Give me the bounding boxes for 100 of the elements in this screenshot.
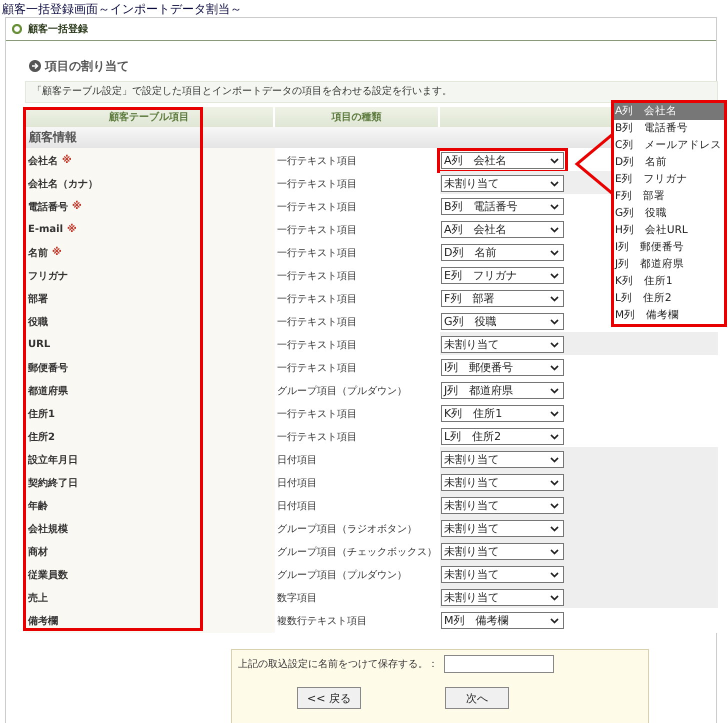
arrow-circle-icon [29, 60, 41, 72]
field-name: 会社規模 [28, 522, 68, 536]
field-type-cell-text: 一行テキスト項目 [276, 224, 358, 238]
chevron-down-icon [550, 594, 559, 600]
column-select[interactable]: B列 電話番号 [441, 198, 564, 215]
field-type-cell-text: 一行テキスト項目 [276, 200, 358, 214]
field-name: 部署 [28, 292, 48, 306]
field-type-cell-text: グループ項目（プルダウン） [276, 384, 408, 398]
field-name: フリガナ [28, 270, 68, 282]
field-name: URL [28, 339, 50, 350]
chevron-down-icon [550, 180, 559, 186]
field-type-cell-text: 数字項目 [276, 592, 318, 606]
chevron-down-icon [550, 226, 559, 232]
field-name: 備考欄 [28, 614, 58, 628]
chevron-down-icon [550, 548, 559, 554]
column-select[interactable]: E列 フリガナ [441, 267, 564, 284]
field-type-cell-text: 複数行テキスト項目 [276, 614, 368, 628]
field-type-cell-text: グループ項目（プルダウン） [276, 568, 408, 582]
field-type-cell-text: 一行テキスト項目 [276, 270, 358, 284]
next-button[interactable]: 次へ [445, 687, 509, 709]
column-select[interactable]: A列 会社名 [441, 221, 564, 238]
chevron-down-icon [550, 526, 559, 532]
section-title: 項目の割り当て [45, 58, 129, 74]
column-select[interactable]: K列 住所1 [441, 405, 564, 422]
chevron-down-icon [550, 296, 559, 302]
field-name: 設立年月日 [28, 453, 78, 466]
field-name: 役職 [28, 316, 48, 328]
column-select[interactable]: 未割り当て [441, 543, 564, 560]
chevron-down-icon [550, 410, 559, 416]
panel-title: 顧客一括登録 [28, 22, 88, 36]
column-select[interactable]: 未割り当て [441, 451, 564, 468]
field-name: 年齢 [28, 500, 48, 512]
field-name: 会社名 [28, 154, 58, 168]
chevron-down-icon [550, 434, 559, 440]
field-name: E-mail [28, 224, 64, 235]
required-mark: ※ [67, 224, 77, 235]
save-label: 上記の取込設定に名前をつけて保存する。： [238, 658, 438, 671]
column-select[interactable]: 未割り当て [441, 566, 564, 583]
field-name: 電話番号 [28, 200, 68, 214]
field-type-cell-text: 一行テキスト項目 [276, 292, 358, 306]
description-text: 「顧客テーブル設定」で設定した項目とインポートデータの項目を合わせる設定を行います。 [25, 81, 718, 103]
field-type-cell-text: 一行テキスト項目 [276, 154, 358, 168]
chevron-down-icon [550, 456, 559, 462]
field-name: 住所1 [28, 408, 55, 420]
column-select[interactable]: M列 備考欄 [441, 612, 564, 629]
field-type-cell-text: 日付項目 [276, 500, 318, 514]
field-name: 会社名（カナ） [28, 178, 98, 190]
required-mark: ※ [52, 247, 62, 258]
field-type-cell-text: 一行テキスト項目 [276, 408, 358, 422]
chevron-down-icon [550, 618, 559, 624]
column-select[interactable]: L列 住所2 [441, 428, 564, 445]
field-type-cell-text: グループ項目（ラジオボタン） [276, 522, 418, 536]
chevron-down-icon [550, 480, 559, 486]
column-select[interactable]: A列 会社名 [441, 152, 564, 169]
dropdown-option[interactable]: A列 会社名 [614, 103, 724, 120]
column-select[interactable]: 未割り当て [441, 336, 564, 353]
back-button[interactable]: << 戻る [297, 687, 361, 709]
field-type-cell-text: グループ項目（チェックボックス） [276, 546, 438, 560]
field-name: 契約終了日 [28, 476, 78, 490]
chevron-down-icon [550, 204, 559, 210]
column-select[interactable]: D列 名前 [441, 244, 564, 261]
column-select[interactable]: 未割り当て [441, 520, 564, 537]
chevron-down-icon [550, 502, 559, 508]
column-select[interactable]: J列 都道府県 [441, 382, 564, 399]
required-mark: ※ [72, 201, 82, 212]
chevron-down-icon [550, 364, 559, 370]
group-label: 顧客情報 [29, 129, 77, 146]
field-type-cell-text: 日付項目 [276, 454, 318, 468]
chevron-down-icon [550, 158, 559, 164]
field-type-cell-text: 一行テキスト項目 [276, 338, 358, 352]
chevron-down-icon [550, 342, 559, 348]
chevron-down-icon [550, 318, 559, 324]
field-name: 郵便番号 [28, 362, 68, 374]
chevron-down-icon [550, 572, 559, 578]
field-type-cell-text: 日付項目 [276, 476, 318, 490]
page-title: 顧客一括登録画面～インポートデータ割当～ [1, 1, 243, 17]
column-select[interactable]: 未割り当て [441, 497, 564, 514]
chevron-down-icon [550, 272, 559, 278]
field-type-cell-text: 一行テキスト項目 [276, 316, 358, 330]
required-mark: ※ [62, 155, 72, 166]
field-type-cell-text: 一行テキスト項目 [276, 178, 358, 192]
field-name: 住所2 [28, 430, 55, 444]
column-select[interactable]: 未割り当て [441, 474, 564, 491]
column-select[interactable]: I列 郵便番号 [441, 359, 564, 376]
name-input-field[interactable] [444, 655, 554, 673]
field-name: 従業員数 [28, 568, 68, 582]
column-header: 項目の種類 [275, 107, 438, 127]
column-select[interactable]: 未割り当て [441, 589, 564, 606]
field-name: 都道府県 [28, 384, 68, 398]
column-select[interactable]: F列 部署 [441, 290, 564, 307]
column-select[interactable]: G列 役職 [441, 313, 564, 330]
field-type-cell-text: 一行テキスト項目 [276, 430, 358, 444]
field-name: 名前 [28, 246, 48, 260]
column-select[interactable]: 未割り当て [441, 175, 564, 192]
field-name: 売上 [28, 592, 48, 604]
field-name: 商材 [28, 545, 48, 558]
chevron-down-icon [550, 250, 559, 256]
field-type-cell-text: 一行テキスト項目 [276, 362, 358, 376]
chevron-down-icon [550, 388, 559, 394]
field-type-cell-text: 一行テキスト項目 [276, 246, 358, 260]
